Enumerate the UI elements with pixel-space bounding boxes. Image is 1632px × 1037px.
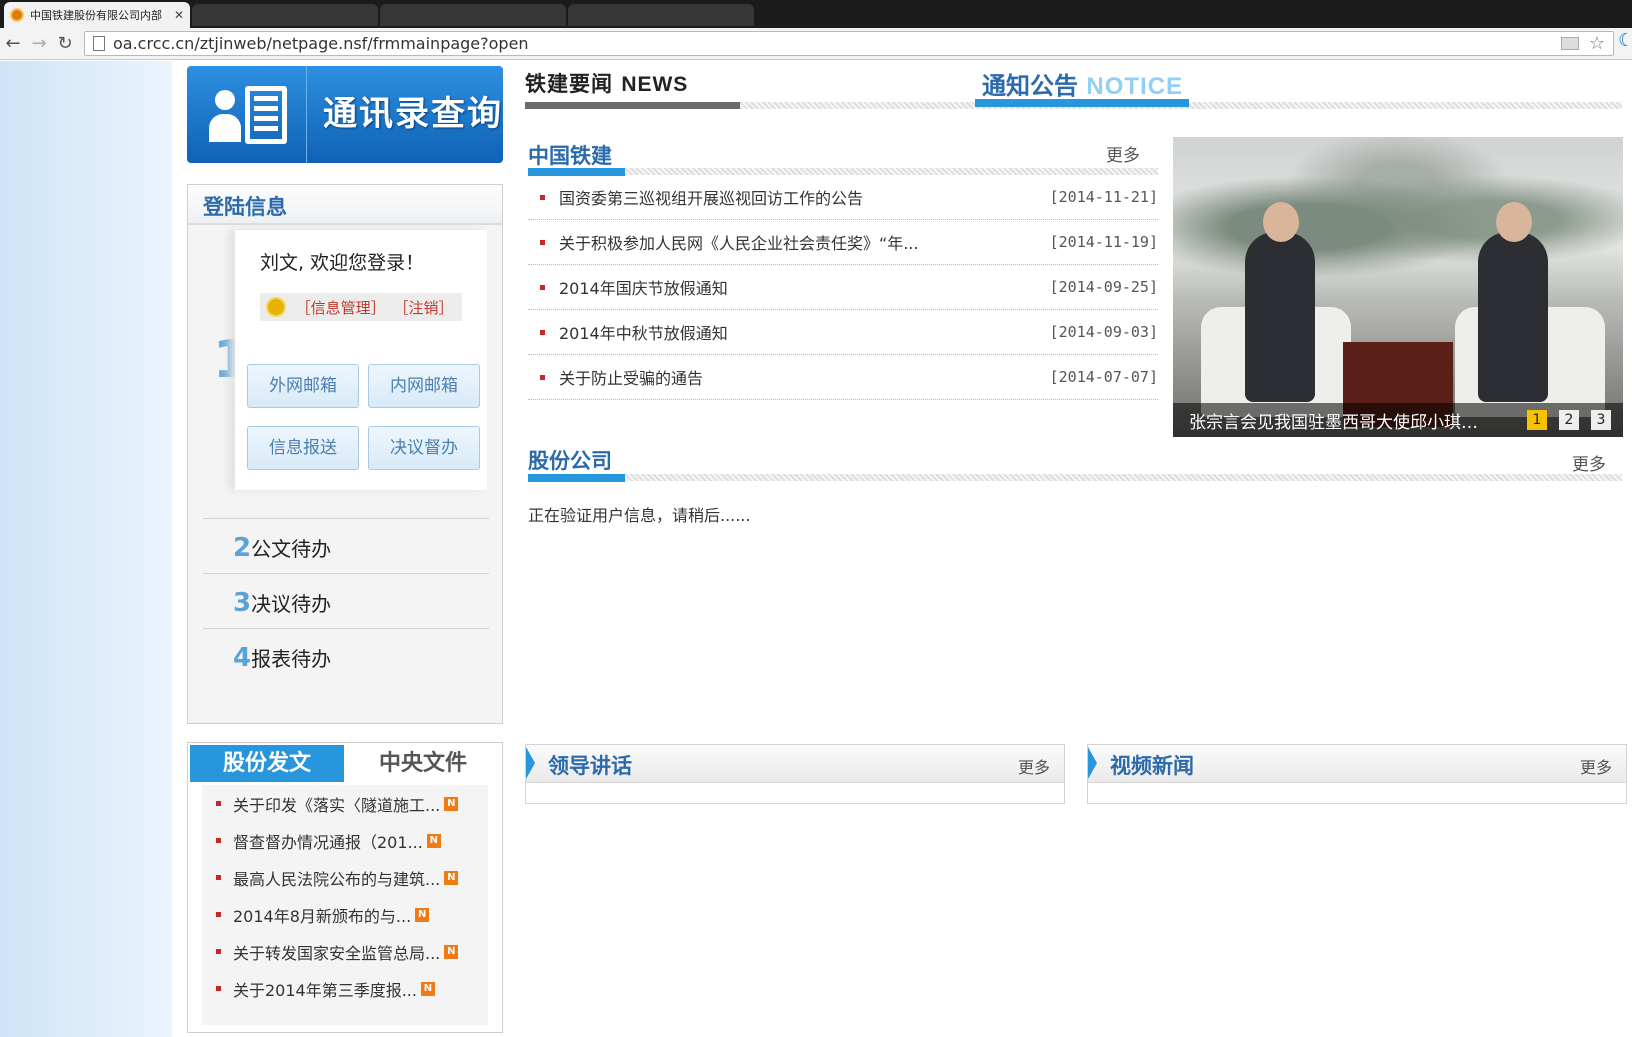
slide-page-3[interactable]: 3 — [1591, 410, 1611, 430]
info-report-button[interactable]: 信息报送 — [247, 426, 359, 470]
list-item[interactable]: 关于转发国家安全监管总局... N — [202, 933, 488, 970]
leader-speech-more-link[interactable]: 更多 — [1018, 754, 1050, 778]
crcc-more-link[interactable]: 更多 — [1106, 141, 1140, 166]
loading-message: 正在验证用户信息，请稍后...... — [528, 506, 751, 525]
tab-company-docs[interactable]: 股份发文 — [190, 745, 344, 782]
info-manage-link[interactable]: ［信息管理］ — [296, 297, 386, 318]
person-left — [1245, 202, 1315, 402]
browser-tabstrip: 中国铁建股份有限公司内部 ✕ — [0, 0, 1632, 28]
tab-notice[interactable]: 通知公告 NOTICE — [982, 66, 1183, 101]
video-news-title: 视频新闻 — [1110, 754, 1194, 778]
directory-icon — [187, 66, 307, 163]
list-item[interactable]: 2014年8月新颁布的与... N — [202, 896, 488, 933]
company-section-title: 股份公司 — [528, 449, 612, 473]
video-news-more-link[interactable]: 更多 — [1580, 754, 1612, 778]
new-badge-icon: N — [444, 944, 459, 959]
leader-speech-panel: 领导讲话 更多 — [525, 744, 1065, 804]
logout-link[interactable]: ［注销］ — [393, 297, 453, 318]
address-bar[interactable]: oa.crcc.cn/ztjinweb/netpage.nsf/frmmainp… — [84, 31, 1614, 56]
documents-list: 关于印发《落实〈隧道施工... N 督查督办情况通报（201... N 最高人民法院… — [202, 785, 488, 1025]
browser-tab-active[interactable]: 中国铁建股份有限公司内部 ✕ — [4, 2, 190, 28]
landscape-painting — [1173, 137, 1623, 287]
company-more-link[interactable]: 更多 — [1572, 450, 1606, 475]
table-row[interactable]: 国资委第三巡视组开展巡视回访工作的公告 [2014-11-21] — [528, 175, 1158, 220]
external-mail-button[interactable]: 外网邮箱 — [247, 364, 359, 408]
login-panel: 刘文, 欢迎您登录！ ［信息管理］ ［注销］ 外网邮箱 内网邮箱 信息报送 决议… — [235, 230, 487, 490]
extension-icon[interactable]: ☾ — [1618, 30, 1632, 51]
person-right — [1478, 202, 1548, 402]
login-info-box: 登陆信息 1 刘文, 欢迎您登录！ ［信息管理］ ［注销］ 外网邮箱 内网邮箱 … — [187, 184, 503, 724]
reload-icon[interactable]: ↻ — [52, 33, 78, 54]
browser-tab[interactable] — [380, 4, 566, 26]
site-favicon-icon — [10, 8, 24, 22]
user-links: ［信息管理］ ［注销］ — [260, 293, 462, 321]
resolution-supervise-button[interactable]: 决议督办 — [368, 426, 480, 470]
medal-icon — [266, 297, 286, 317]
browser-tab[interactable] — [192, 4, 378, 26]
new-badge-icon: N — [415, 907, 430, 922]
todo-documents[interactable]: 2公文待办 — [203, 518, 489, 575]
leader-speech-title: 领导讲话 — [548, 754, 632, 778]
table-row[interactable]: 关于积极参加人民网《人民企业社会责任奖》“年... [2014-11-19] — [528, 220, 1158, 265]
table-row[interactable]: 2014年国庆节放假通知 [2014-09-25] — [528, 265, 1158, 310]
bookmark-star-icon[interactable]: ☆ — [1589, 33, 1605, 54]
new-badge-icon: N — [444, 870, 459, 885]
table-row[interactable]: 2014年中秋节放假通知 [2014-09-03] — [528, 310, 1158, 355]
tab-news[interactable]: 铁建要闻 NEWS — [525, 68, 688, 98]
slide-page-2[interactable]: 2 — [1559, 410, 1579, 430]
back-arrow-icon[interactable]: ← — [0, 33, 26, 54]
company-title-underline — [528, 474, 625, 482]
list-item[interactable]: 督查督办情况通报（201... N — [202, 822, 488, 859]
photo-caption[interactable]: 张宗言会见我国驻墨西哥大使邱小琪… — [1189, 408, 1527, 433]
left-gradient — [0, 61, 172, 1037]
table-row[interactable]: 关于防止受骗的通告 [2014-07-07] — [528, 355, 1158, 400]
list-item[interactable]: 最高人民法院公布的与建筑... N — [202, 859, 488, 896]
photo-caption-bar: 张宗言会见我国驻墨西哥大使邱小琪… 1 2 3 — [1173, 403, 1623, 437]
list-item[interactable]: 关于印发《落实〈隧道施工... N — [202, 785, 488, 822]
todo-resolutions[interactable]: 3决议待办 — [203, 573, 489, 630]
notice-tab-underline — [975, 99, 1189, 107]
directory-search-banner[interactable]: 通讯录查询 — [187, 66, 503, 163]
panel-arrow-icon — [1088, 747, 1097, 779]
page-icon — [93, 36, 105, 51]
new-badge-icon: N — [426, 833, 441, 848]
browser-tab[interactable] — [568, 4, 754, 26]
address-url: oa.crcc.cn/ztjinweb/netpage.nsf/frmmainp… — [113, 34, 529, 53]
banner-title: 通讯录查询 — [323, 94, 503, 134]
welcome-text: 刘文, 欢迎您登录！ — [260, 252, 425, 274]
panel-arrow-icon — [526, 747, 535, 779]
internal-mail-button[interactable]: 内网邮箱 — [368, 364, 480, 408]
divider — [625, 168, 1158, 175]
forward-arrow-icon[interactable]: → — [26, 33, 52, 54]
login-title: 登陆信息 — [188, 185, 502, 225]
browser-toolbar: ← → ↻ oa.crcc.cn/ztjinweb/netpage.nsf/fr… — [0, 28, 1632, 60]
news-tab-underline — [525, 102, 740, 109]
slide-page-1[interactable]: 1 — [1527, 410, 1547, 430]
crcc-section-title: 中国铁建 — [528, 144, 612, 168]
browser-tab-title: 中国铁建股份有限公司内部 — [30, 9, 162, 22]
documents-box: 股份发文 中央文件 关于印发《落实〈隧道施工... N 督查督办情况通报（201.… — [187, 742, 503, 1033]
news-photo-slideshow[interactable]: 张宗言会见我国驻墨西哥大使邱小琪… 1 2 3 — [1173, 137, 1623, 437]
page: 通讯录查询 登陆信息 1 刘文, 欢迎您登录！ ［信息管理］ ［注销］ 外网邮箱… — [0, 61, 1632, 1037]
divider — [625, 474, 1622, 481]
tab-close-icon[interactable]: ✕ — [174, 8, 184, 22]
feed-icon[interactable] — [1561, 37, 1579, 50]
todo-reports[interactable]: 4报表待办 — [203, 628, 489, 685]
tab-central-docs[interactable]: 中央文件 — [346, 745, 500, 782]
new-badge-icon: N — [420, 981, 435, 996]
list-item[interactable]: 关于2014年第三季度报... N — [202, 970, 488, 1007]
new-badge-icon: N — [444, 796, 459, 811]
video-news-panel: 视频新闻 更多 — [1087, 744, 1627, 804]
